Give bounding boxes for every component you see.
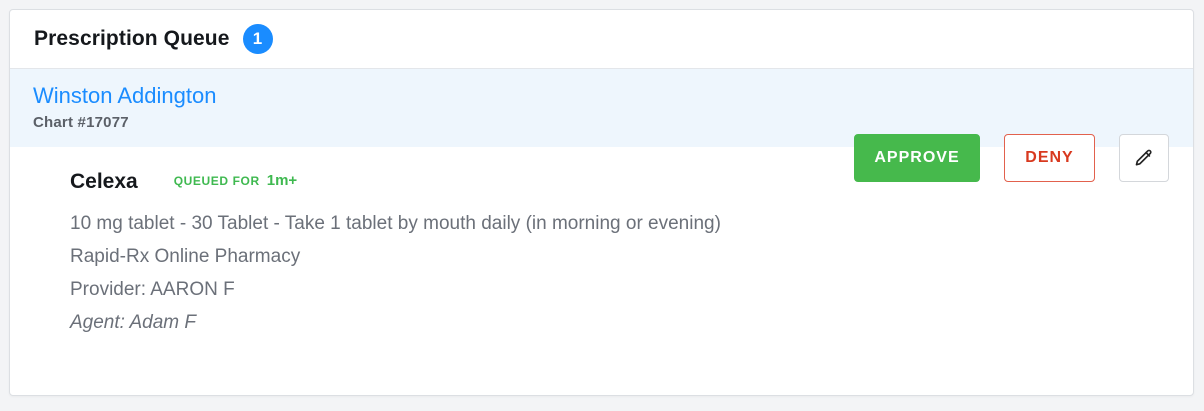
provider-name: Provider: AARON F <box>70 279 235 300</box>
patient-name-link[interactable]: Winston Addington <box>33 83 216 109</box>
chart-number: Chart #17077 <box>33 114 129 131</box>
queued-label: QUEUED FOR <box>173 174 260 188</box>
prescription-details: 10 mg tablet - 30 Tablet - Take 1 tablet… <box>70 207 830 339</box>
card-header: Prescription Queue 1 <box>10 10 1193 69</box>
prescription-sig: 10 mg tablet - 30 Tablet - Take 1 tablet… <box>70 213 721 234</box>
queued-time: 1m+ <box>266 172 298 189</box>
prescription-actions: APPROVE DENY <box>854 134 1169 182</box>
approve-button[interactable]: APPROVE <box>854 134 980 182</box>
deny-button[interactable]: DENY <box>1004 134 1095 182</box>
edit-button[interactable] <box>1119 134 1169 182</box>
prescription-queue-card: Prescription Queue 1 Winston Addington C… <box>9 9 1194 396</box>
queue-count-badge: 1 <box>242 24 273 54</box>
agent-name: Agent: Adam F <box>70 312 197 333</box>
queue-title: Prescription Queue <box>34 27 230 50</box>
pencil-icon <box>1134 148 1154 168</box>
drug-name: Celexa <box>70 170 138 193</box>
pharmacy-name: Rapid-Rx Online Pharmacy <box>70 246 301 267</box>
